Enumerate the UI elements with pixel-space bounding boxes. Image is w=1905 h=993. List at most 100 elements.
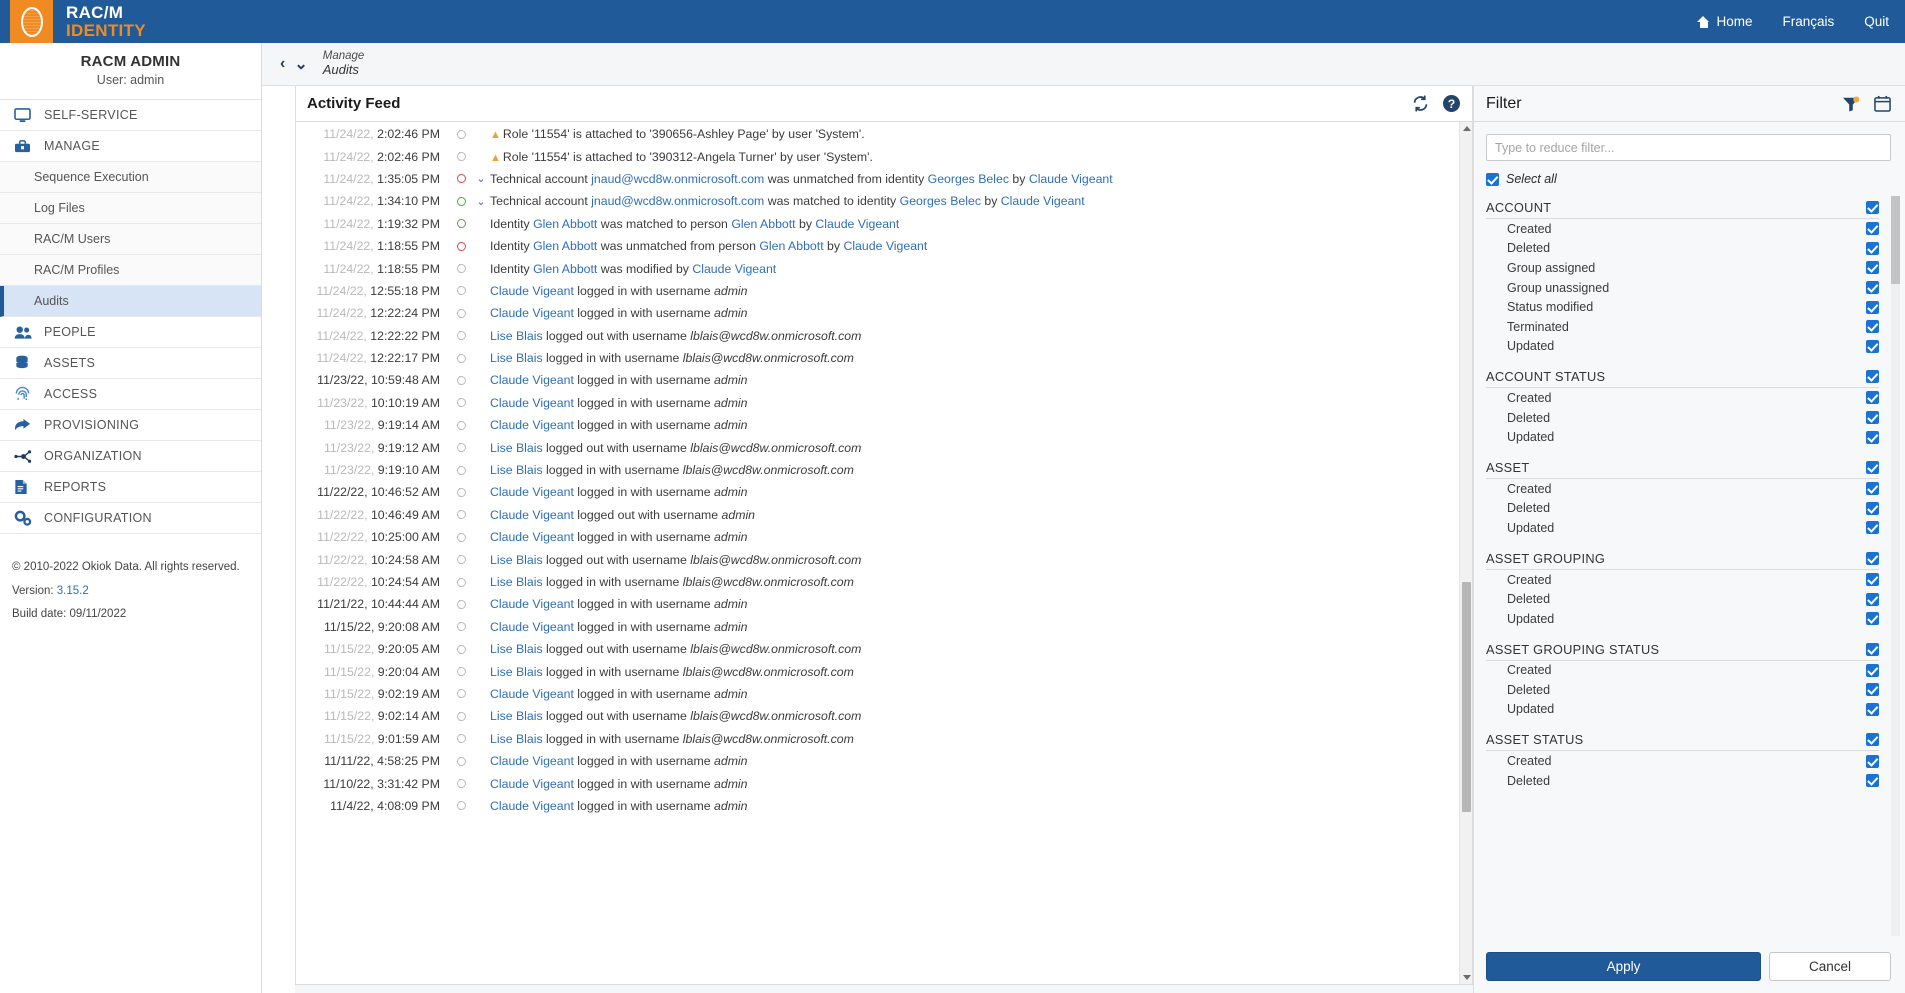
timeline-marker xyxy=(448,532,474,542)
filter-item[interactable]: Deleted xyxy=(1486,499,1879,519)
filter-item-checkbox[interactable] xyxy=(1866,663,1879,677)
filter-item-checkbox[interactable] xyxy=(1866,430,1879,444)
activity-message: Lise Blais logged out with username lbla… xyxy=(490,642,862,657)
activity-row: 11/22/22, 10:46:49 AM Claude Vigeant logg… xyxy=(296,504,1459,526)
filter-group-checkbox[interactable] xyxy=(1866,733,1879,747)
filter-group-checkbox[interactable] xyxy=(1866,642,1879,656)
sidebar-item-audits[interactable]: Audits xyxy=(0,286,261,317)
filter-item-checkbox[interactable] xyxy=(1866,391,1879,405)
sidebar-item-self-service[interactable]: SELF-SERVICE xyxy=(0,100,261,131)
filter-item[interactable]: Updated xyxy=(1486,337,1879,357)
filter-group-checkbox[interactable] xyxy=(1866,460,1879,474)
filter-item[interactable]: Created xyxy=(1486,570,1879,590)
filter-item[interactable]: Status modified xyxy=(1486,297,1879,317)
activity-date: 11/24/22, xyxy=(316,306,367,321)
filter-item[interactable]: Created xyxy=(1486,661,1879,681)
filter-item-checkbox[interactable] xyxy=(1866,411,1879,425)
filter-item[interactable]: Created xyxy=(1486,751,1879,771)
scroll-up-arrow-icon[interactable] xyxy=(1463,126,1471,131)
filter-group-checkbox[interactable] xyxy=(1866,201,1879,214)
filter-item[interactable]: Created xyxy=(1486,479,1879,499)
activity-feed-scrollbar[interactable] xyxy=(1459,122,1472,984)
copyright-text: © 2010-2022 Okiok Data. All rights reser… xyxy=(12,561,240,573)
sidebar-item-reports[interactable]: REPORTS xyxy=(0,472,261,503)
content-area: Activity Feed ? 11/24/22, 2:02:46 PM ▲ R… xyxy=(262,86,1905,993)
language-link[interactable]: Français xyxy=(1782,14,1834,29)
filter-item[interactable]: Updated xyxy=(1486,427,1879,447)
filter-search-input[interactable] xyxy=(1486,134,1891,161)
filter-item-checkbox[interactable] xyxy=(1866,339,1879,353)
filter-item-checkbox[interactable] xyxy=(1866,754,1879,768)
sidebar-item-manage[interactable]: MANAGE xyxy=(0,131,261,162)
sidebar-item-rac-m-profiles[interactable]: RAC/M Profiles xyxy=(0,255,261,286)
filter-item[interactable]: Updated xyxy=(1486,518,1879,538)
funnel-icon[interactable] xyxy=(1842,96,1860,112)
filter-item-checkbox[interactable] xyxy=(1866,702,1879,716)
refresh-icon[interactable] xyxy=(1412,95,1429,112)
filter-item[interactable]: Deleted xyxy=(1486,771,1879,791)
filter-item-checkbox[interactable] xyxy=(1866,774,1879,788)
help-icon[interactable]: ? xyxy=(1443,95,1460,112)
select-all-checkbox[interactable] xyxy=(1486,172,1499,186)
quit-link[interactable]: Quit xyxy=(1864,14,1889,29)
activity-date: 11/24/22, xyxy=(323,239,374,254)
filter-item-checkbox[interactable] xyxy=(1866,521,1879,535)
sidebar-item-rac-m-users[interactable]: RAC/M Users xyxy=(0,224,261,255)
filter-item-checkbox[interactable] xyxy=(1866,281,1879,295)
filter-item[interactable]: Created xyxy=(1486,388,1879,408)
chevron-down-icon[interactable]: ⌄ xyxy=(294,54,307,74)
activity-date: 11/15/22, xyxy=(323,619,375,634)
sidebar-item-configuration[interactable]: CONFIGURATION xyxy=(0,503,261,534)
filter-item[interactable]: Deleted xyxy=(1486,408,1879,428)
filter-item[interactable]: Terminated xyxy=(1486,317,1879,337)
status-dot-gray xyxy=(456,644,466,654)
activity-timestamp: 11/22/22, 10:46:49 AM xyxy=(296,508,448,522)
sidebar-item-assets[interactable]: ASSETS xyxy=(0,348,261,379)
filter-item[interactable]: Updated xyxy=(1486,700,1879,720)
filter-item-checkbox[interactable] xyxy=(1866,241,1879,255)
scroll-down-arrow-icon[interactable] xyxy=(1463,975,1471,980)
filter-item-checkbox[interactable] xyxy=(1866,683,1879,697)
filter-item[interactable]: Deleted xyxy=(1486,589,1879,609)
filter-item[interactable]: Deleted xyxy=(1486,680,1879,700)
sidebar-item-log-files[interactable]: Log Files xyxy=(0,193,261,224)
filter-item[interactable]: Group unassigned xyxy=(1486,278,1879,298)
expand-chevron-icon[interactable]: ⌄ xyxy=(474,195,488,208)
filter-group-checkbox[interactable] xyxy=(1866,370,1879,384)
filter-item[interactable]: Updated xyxy=(1486,609,1879,629)
sidebar-item-people[interactable]: PEOPLE xyxy=(0,317,261,348)
filter-scrollbar[interactable] xyxy=(1891,196,1900,936)
filter-item[interactable]: Created xyxy=(1486,219,1879,239)
scrollbar-thumb[interactable] xyxy=(1462,582,1471,812)
version-value[interactable]: 3.15.2 xyxy=(57,585,89,597)
filter-item-checkbox[interactable] xyxy=(1866,300,1879,314)
filter-item-checkbox[interactable] xyxy=(1866,222,1879,236)
filter-item-label: Updated xyxy=(1507,430,1555,445)
filter-item-checkbox[interactable] xyxy=(1866,612,1879,626)
filter-item[interactable]: Deleted xyxy=(1486,239,1879,259)
cancel-button[interactable]: Cancel xyxy=(1769,952,1891,981)
calendar-icon[interactable] xyxy=(1874,95,1891,112)
filter-item-checkbox[interactable] xyxy=(1866,482,1879,496)
back-arrow-icon[interactable]: ‹ xyxy=(280,55,285,73)
timeline-marker xyxy=(448,331,474,341)
sidebar-item-organization[interactable]: ORGANIZATION xyxy=(0,441,261,472)
expand-chevron-icon[interactable]: ⌄ xyxy=(474,172,488,185)
home-link[interactable]: Home xyxy=(1697,14,1752,29)
filter-item-checkbox[interactable] xyxy=(1866,320,1879,334)
filter-item-checkbox[interactable] xyxy=(1866,261,1879,275)
activity-time: 9:02:19 AM xyxy=(377,686,440,701)
sidebar-item-provisioning[interactable]: PROVISIONING xyxy=(0,410,261,441)
filter-scrollbar-thumb[interactable] xyxy=(1891,196,1900,284)
select-all-row[interactable]: Select all xyxy=(1486,172,1891,186)
filter-item-checkbox[interactable] xyxy=(1866,592,1879,606)
filter-item-checkbox[interactable] xyxy=(1866,501,1879,515)
timeline-marker xyxy=(448,779,474,789)
sidebar-item-access[interactable]: ACCESS xyxy=(0,379,261,410)
sidebar-item-sequence-execution[interactable]: Sequence Execution xyxy=(0,162,261,193)
apply-button[interactable]: Apply xyxy=(1486,952,1761,981)
filter-group-checkbox[interactable] xyxy=(1866,551,1879,565)
filter-item-label: Status modified xyxy=(1507,300,1594,315)
filter-item-checkbox[interactable] xyxy=(1866,573,1879,587)
filter-item[interactable]: Group assigned xyxy=(1486,258,1879,278)
